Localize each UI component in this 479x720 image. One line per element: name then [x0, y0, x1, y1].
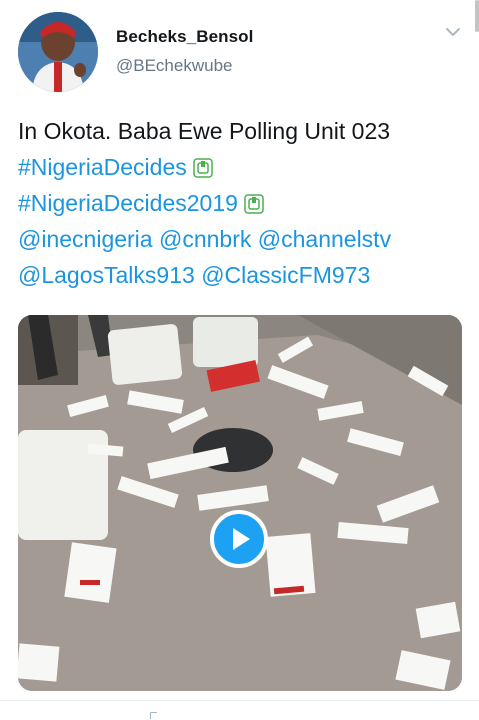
play-icon [210, 510, 268, 568]
display-name[interactable]: Becheks_Bensol [116, 27, 253, 47]
mention-link[interactable]: @inecnigeria [18, 226, 153, 252]
tweet-text: In Okota. Baba Ewe Polling Unit 023 #Nig… [18, 113, 473, 293]
hashtag-link[interactable]: #NigeriaDecides2019 [18, 190, 238, 216]
play-button[interactable] [210, 510, 268, 568]
video-thumbnail[interactable] [18, 315, 462, 691]
mention-link[interactable]: @ClassicFM973 [201, 262, 370, 288]
mention-link[interactable]: @cnnbrk [159, 226, 251, 252]
user-handle[interactable]: @BEchekwube [116, 56, 233, 76]
video-frame-image [18, 315, 462, 691]
avatar-image [18, 12, 98, 92]
mention-link[interactable]: @channelstv [258, 226, 391, 252]
avatar[interactable] [18, 12, 98, 92]
tweet-body-text: In Okota. Baba Ewe Polling Unit 023 [18, 118, 391, 144]
hashtag-link[interactable]: #NigeriaDecides [18, 154, 187, 180]
partial-icon [150, 712, 157, 719]
ballot-box-emoji-icon [193, 152, 213, 178]
chevron-down-icon[interactable] [443, 24, 463, 40]
ballot-box-emoji-icon [244, 188, 264, 214]
mention-link[interactable]: @LagosTalks913 [18, 262, 195, 288]
scrollbar[interactable] [475, 0, 479, 32]
divider [0, 700, 479, 701]
